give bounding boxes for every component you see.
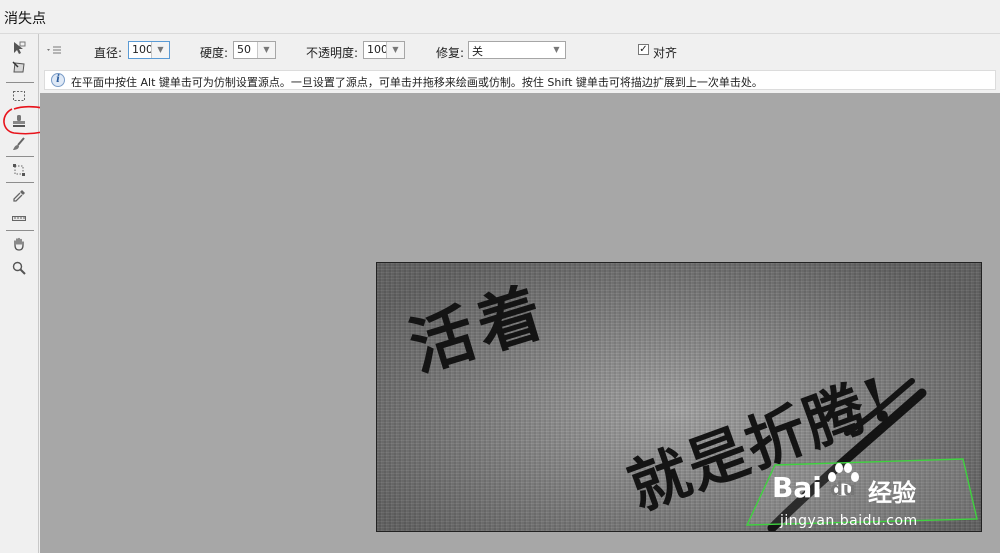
create-plane-tool-icon[interactable]	[7, 58, 31, 78]
tool-separator	[6, 156, 34, 157]
chevron-down-icon[interactable]: ▼	[548, 42, 565, 58]
measure-tool-icon[interactable]	[7, 208, 31, 228]
tool-panel	[0, 34, 59, 553]
watermark-cn: 经验	[868, 479, 916, 507]
title-bar: 消失点	[0, 0, 1000, 34]
watermark-url: jingyan.baidu.com	[780, 513, 918, 529]
tool-separator	[6, 82, 34, 83]
heal-value: 关	[472, 45, 483, 58]
align-checkbox[interactable]: ✓	[638, 44, 649, 55]
panel-menu-icon[interactable]	[46, 43, 62, 57]
preview-image[interactable]: 活着 就是折腾! Bai du 经验 jingyan.baidu.com	[376, 262, 982, 532]
hardness-combo[interactable]: 50 ▼	[233, 41, 276, 59]
baidu-watermark: Bai du 经验 jingyan.baidu.com	[772, 463, 981, 531]
watermark-du: du	[830, 479, 856, 500]
hardness-value: 50	[237, 43, 251, 56]
zoom-tool-icon[interactable]	[7, 258, 31, 278]
heal-select[interactable]: 关 ▼	[468, 41, 566, 59]
hint-bar: i 在平面中按住 Alt 键单击可为仿制设置源点。一旦设置了源点，可单击并拖移来…	[44, 70, 996, 90]
heal-label: 修复:	[436, 46, 465, 60]
hardness-label: 硬度:	[200, 46, 229, 60]
opacity-combo[interactable]: 100 ▼	[363, 41, 405, 59]
info-icon: i	[51, 73, 65, 87]
transform-tool-icon[interactable]	[7, 160, 31, 180]
hint-text: 在平面中按住 Alt 键单击可为仿制设置源点。一旦设置了源点，可单击并拖移来绘画…	[71, 76, 763, 89]
chevron-down-icon[interactable]: ▼	[257, 42, 275, 58]
opacity-label: 不透明度:	[306, 46, 359, 60]
chevron-down-icon[interactable]: ▼	[386, 42, 404, 58]
chevron-down-icon[interactable]: ▼	[151, 42, 169, 58]
opacity-value: 100	[367, 43, 388, 56]
diameter-value: 100	[132, 43, 153, 56]
tool-separator	[6, 182, 34, 183]
eyedropper-tool-icon[interactable]	[7, 186, 31, 206]
diameter-label: 直径:	[94, 46, 123, 60]
hand-tool-icon[interactable]	[7, 234, 31, 254]
diameter-combo[interactable]: 100 ▼	[128, 41, 170, 59]
tool-separator	[6, 230, 34, 231]
watermark-brand: Bai	[772, 471, 822, 504]
edit-plane-tool-icon[interactable]	[7, 38, 31, 58]
options-bar: 直径: 100 ▼ 硬度: 50 ▼ 不透明度: 100 ▼ 修复: 关 ▼ ✓…	[40, 34, 1000, 68]
window-title: 消失点	[4, 11, 46, 27]
align-label[interactable]: 对齐	[653, 44, 677, 61]
